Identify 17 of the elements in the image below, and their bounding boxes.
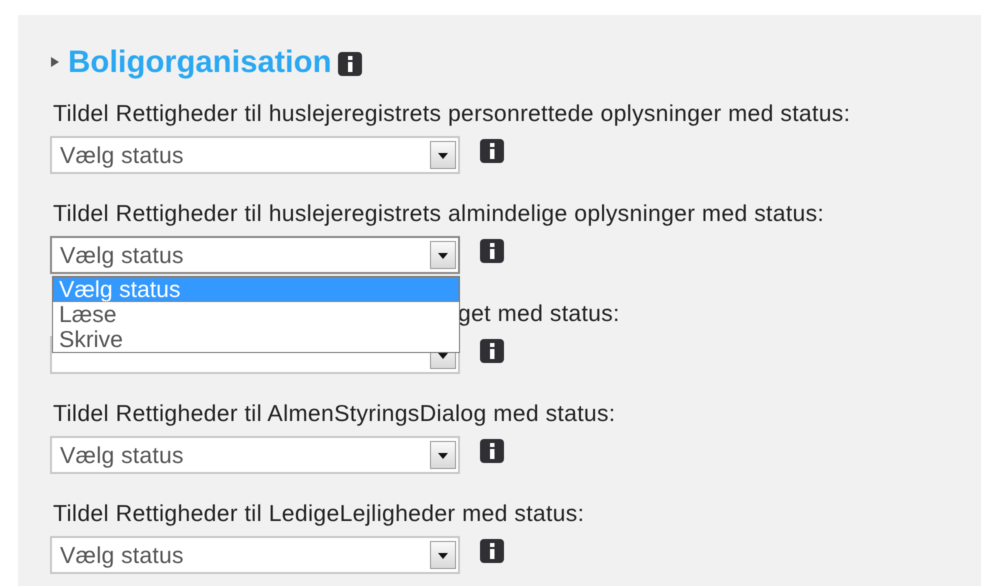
info-icon[interactable] bbox=[480, 239, 504, 263]
status-select[interactable]: Vælg status bbox=[50, 236, 460, 274]
info-icon[interactable] bbox=[480, 539, 504, 563]
info-icon[interactable] bbox=[480, 339, 504, 363]
info-icon[interactable] bbox=[480, 439, 504, 463]
field-label: get med status: bbox=[458, 300, 620, 326]
field-label: Tildel Rettigheder til AlmenStyringsDialog med status: bbox=[53, 400, 616, 426]
field-label: Tildel Rettigheder til huslejeregistrets almindelige oplysninger med status: bbox=[53, 200, 824, 226]
caret-right-icon[interactable] bbox=[50, 56, 60, 68]
status-select[interactable]: Vælg status bbox=[50, 136, 460, 174]
info-icon[interactable] bbox=[338, 52, 362, 76]
status-select[interactable]: Vælg status bbox=[50, 536, 460, 574]
info-icon[interactable] bbox=[480, 139, 504, 163]
status-select[interactable]: Vælg status bbox=[50, 436, 460, 474]
field-label: Tildel Rettigheder til LedigeLejligheder med status: bbox=[53, 500, 584, 526]
field-label: Tildel Rettigheder til huslejeregistrets personrettede oplysninger med status: bbox=[53, 100, 850, 126]
section-title: Boligorganisation bbox=[68, 44, 332, 80]
